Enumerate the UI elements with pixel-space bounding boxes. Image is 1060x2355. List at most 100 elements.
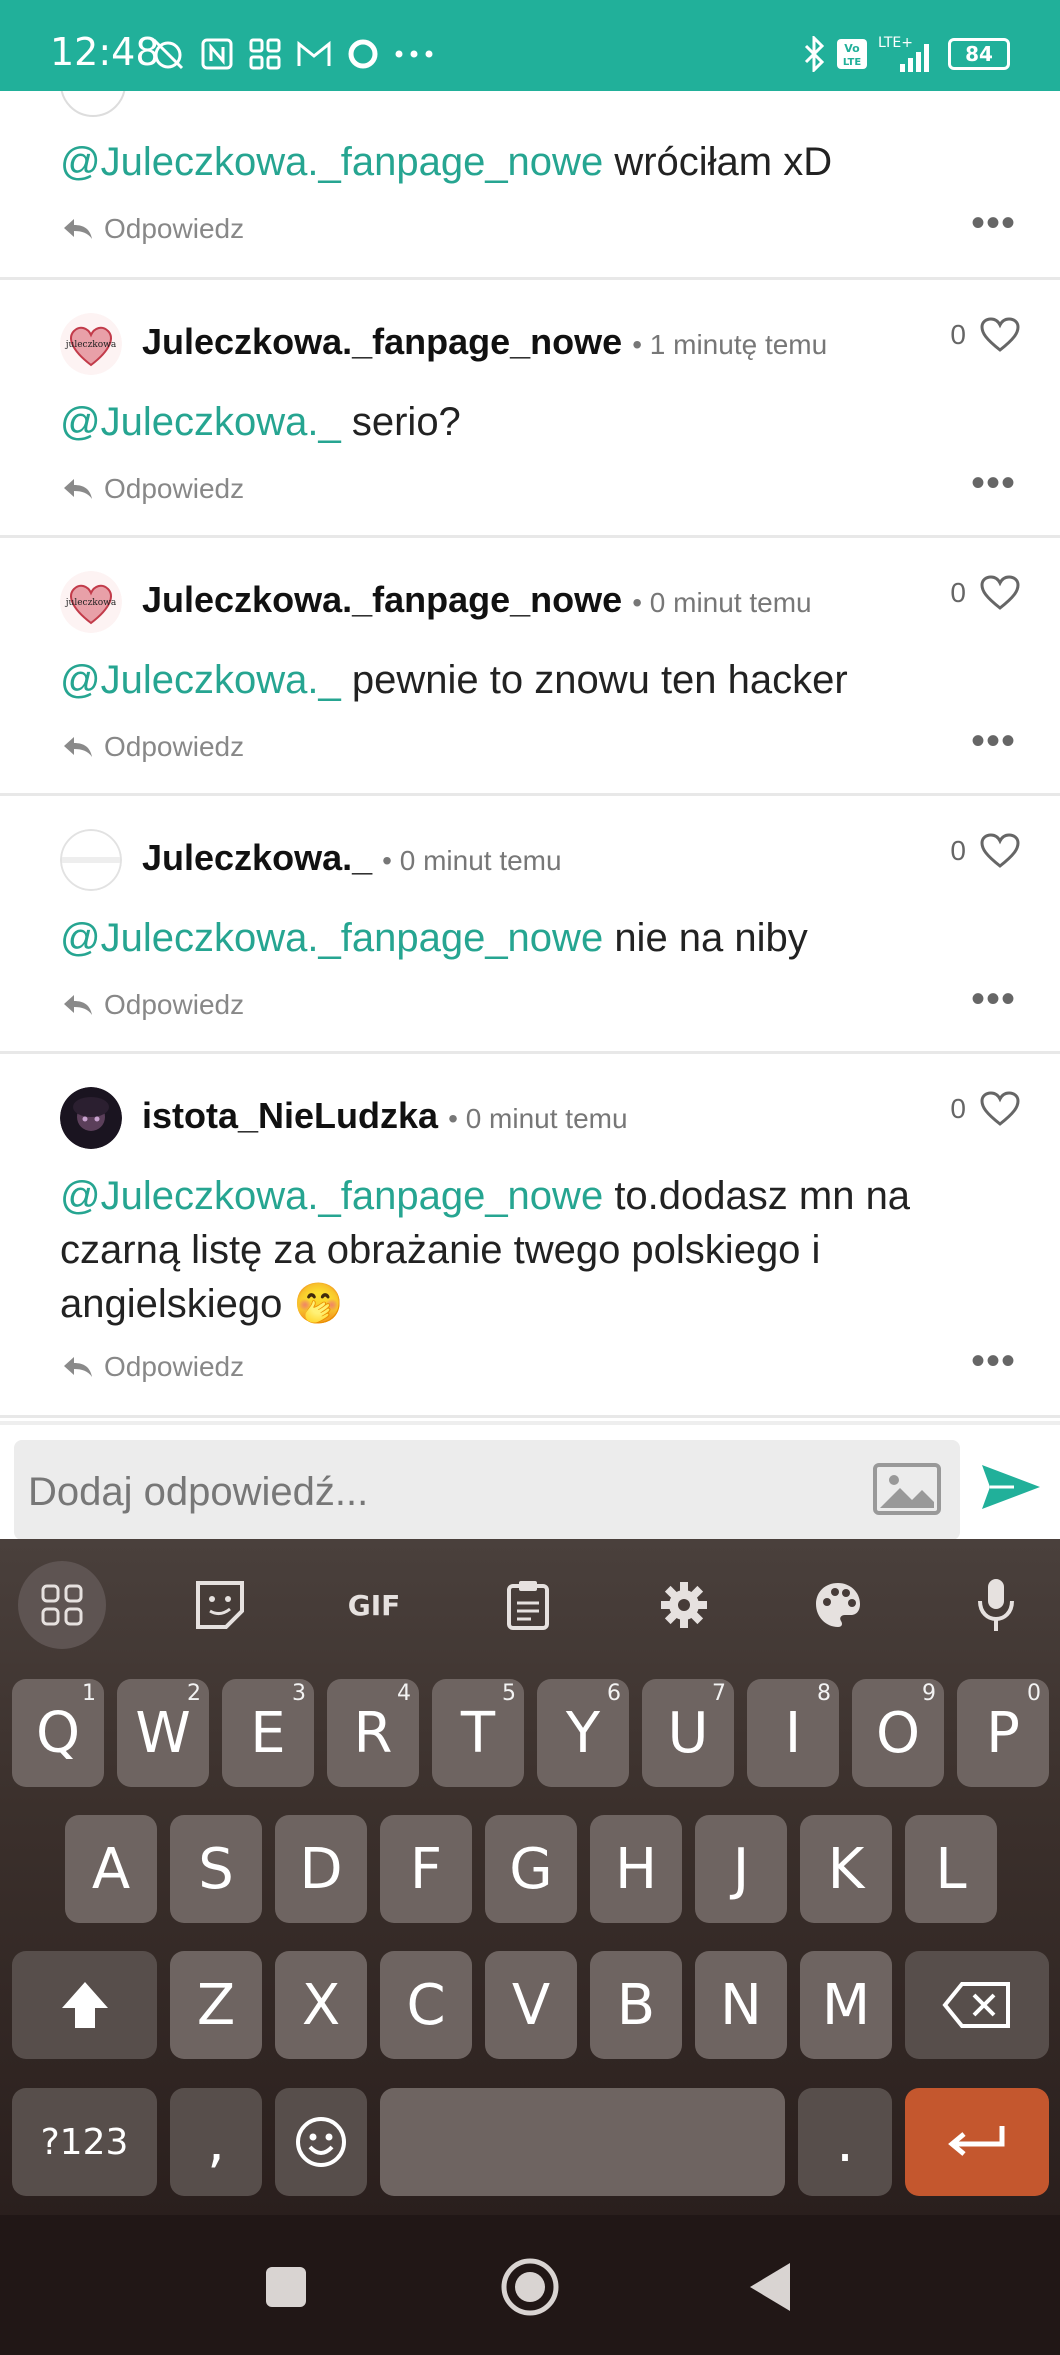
microphone-icon[interactable] [952, 1561, 1040, 1649]
meta-separator: • [448, 1103, 466, 1134]
key-f[interactable]: F [380, 1815, 472, 1923]
reply-button[interactable]: Odpowiedz [62, 473, 244, 505]
key-x[interactable]: X [275, 1951, 367, 2059]
comment-feed[interactable]: @Juleczkowa._fanpage_nowe wróciłam xD Od… [0, 91, 1060, 1421]
more-options-icon[interactable]: ••• [971, 201, 1016, 246]
username-text[interactable]: Juleczkowa._ [142, 837, 372, 878]
period-key[interactable]: . [798, 2088, 892, 2196]
comment-username[interactable]: istota_NieLudzka • 0 minut temu [142, 1095, 628, 1137]
avatar[interactable] [60, 829, 122, 891]
avatar[interactable] [60, 91, 126, 117]
key-n[interactable]: N [695, 1951, 787, 2059]
gif-button[interactable]: GIF [330, 1561, 418, 1649]
key-a[interactable]: A [65, 1815, 157, 1923]
more-options-icon[interactable]: ••• [971, 1339, 1016, 1384]
recents-icon[interactable] [264, 2265, 308, 2309]
alarm-off-icon [150, 36, 186, 72]
meta-separator: • [632, 587, 650, 618]
key-z[interactable]: Z [170, 1951, 262, 2059]
heart-icon[interactable] [980, 833, 1020, 869]
emoji-key[interactable] [275, 2088, 367, 2196]
reply-label: Odpowiedz [104, 731, 245, 762]
svg-text:juleczkowa: juleczkowa [65, 598, 117, 608]
comment-item: istota_NieLudzka • 0 minut temu 0 @Julec… [0, 1051, 1060, 1418]
reply-input[interactable]: Dodaj odpowiedź... [14, 1440, 960, 1540]
key-s[interactable]: S [170, 1815, 262, 1923]
key-e[interactable]: E3 [222, 1679, 314, 1787]
username-text[interactable]: istota_NieLudzka [142, 1095, 438, 1136]
sticker-icon[interactable] [176, 1561, 264, 1649]
mention-link[interactable]: @Juleczkowa._fanpage_nowe [60, 140, 603, 184]
key-u[interactable]: U7 [642, 1679, 734, 1787]
key-q[interactable]: Q1 [12, 1679, 104, 1787]
comma-key[interactable]: , [170, 2088, 262, 2196]
username-text[interactable]: Juleczkowa._fanpage_nowe [142, 579, 622, 620]
backspace-key[interactable] [905, 1951, 1049, 2059]
send-icon[interactable] [980, 1463, 1042, 1516]
avatar[interactable]: juleczkowa [60, 571, 122, 633]
avatar[interactable] [60, 1087, 122, 1149]
mention-link[interactable]: @Juleczkowa._ [60, 400, 341, 444]
heart-icon[interactable] [980, 317, 1020, 353]
key-v[interactable]: V [485, 1951, 577, 2059]
nfc-icon [200, 37, 234, 71]
like-control[interactable]: 0 [950, 317, 1020, 353]
reply-input-placeholder: Dodaj odpowiedź... [28, 1470, 369, 1514]
key-o[interactable]: O9 [852, 1679, 944, 1787]
shift-key[interactable] [12, 1951, 157, 2059]
back-icon[interactable] [748, 2261, 794, 2313]
comment-username[interactable]: Juleczkowa._ • 0 minut temu [142, 837, 562, 879]
comment-time: 0 minut temu [465, 1103, 628, 1134]
like-control[interactable]: 0 [950, 1091, 1020, 1127]
key-y[interactable]: Y6 [537, 1679, 629, 1787]
numbers-key[interactable]: ?123 [12, 2088, 157, 2196]
image-attach-icon[interactable] [872, 1462, 942, 1521]
key-l[interactable]: L [905, 1815, 997, 1923]
clipboard-icon[interactable] [484, 1561, 572, 1649]
key-b[interactable]: B [590, 1951, 682, 2059]
enter-key[interactable] [905, 2088, 1049, 2196]
more-options-icon[interactable]: ••• [971, 719, 1016, 764]
like-control[interactable]: 0 [950, 833, 1020, 869]
like-control[interactable]: 0 [950, 575, 1020, 611]
reply-button[interactable]: Odpowiedz [62, 731, 244, 763]
comment-username[interactable]: Juleczkowa._fanpage_nowe • 0 minut temu [142, 579, 812, 621]
key-i[interactable]: I8 [747, 1679, 839, 1787]
reply-label: Odpowiedz [104, 213, 245, 244]
more-options-icon[interactable]: ••• [971, 977, 1016, 1022]
volte-icon: Vo LTE [836, 38, 868, 70]
more-options-icon[interactable]: ••• [971, 461, 1016, 506]
home-icon[interactable] [500, 2257, 560, 2317]
reply-button[interactable]: Odpowiedz [62, 213, 244, 245]
reply-button[interactable]: Odpowiedz [62, 1351, 244, 1383]
comment-body: pewnie to znowu ten hacker [351, 658, 848, 702]
mention-link[interactable]: @Juleczkowa._fanpage_nowe [60, 1174, 603, 1218]
key-k[interactable]: K [800, 1815, 892, 1923]
apps-grid-icon [248, 37, 282, 71]
key-j[interactable]: J [695, 1815, 787, 1923]
key-g[interactable]: G [485, 1815, 577, 1923]
comment-text: @Juleczkowa._fanpage_nowe nie na niby [60, 911, 960, 965]
key-p[interactable]: P0 [957, 1679, 1049, 1787]
key-c[interactable]: C [380, 1951, 472, 2059]
key-w[interactable]: W2 [117, 1679, 209, 1787]
avatar[interactable]: juleczkowa [60, 313, 122, 375]
key-d[interactable]: D [275, 1815, 367, 1923]
heart-icon[interactable] [980, 1091, 1020, 1127]
palette-icon[interactable] [794, 1561, 882, 1649]
space-bar[interactable] [380, 2088, 785, 2196]
apps-icon[interactable] [18, 1561, 106, 1649]
key-h[interactable]: H [590, 1815, 682, 1923]
key-m[interactable]: M [800, 1951, 892, 2059]
username-text[interactable]: Juleczkowa._fanpage_nowe [142, 321, 622, 362]
heart-icon[interactable] [980, 575, 1020, 611]
settings-gear-icon[interactable] [640, 1561, 728, 1649]
mention-link[interactable]: @Juleczkowa._ [60, 658, 341, 702]
svg-text:LTE: LTE [843, 57, 862, 68]
comment-username[interactable]: Juleczkowa._fanpage_nowe • 1 minutę temu [142, 321, 827, 363]
network-type-label: LTE+ [878, 35, 913, 51]
mention-link[interactable]: @Juleczkowa._fanpage_nowe [60, 916, 603, 960]
key-r[interactable]: R4 [327, 1679, 419, 1787]
reply-button[interactable]: Odpowiedz [62, 989, 244, 1021]
key-t[interactable]: T5 [432, 1679, 524, 1787]
